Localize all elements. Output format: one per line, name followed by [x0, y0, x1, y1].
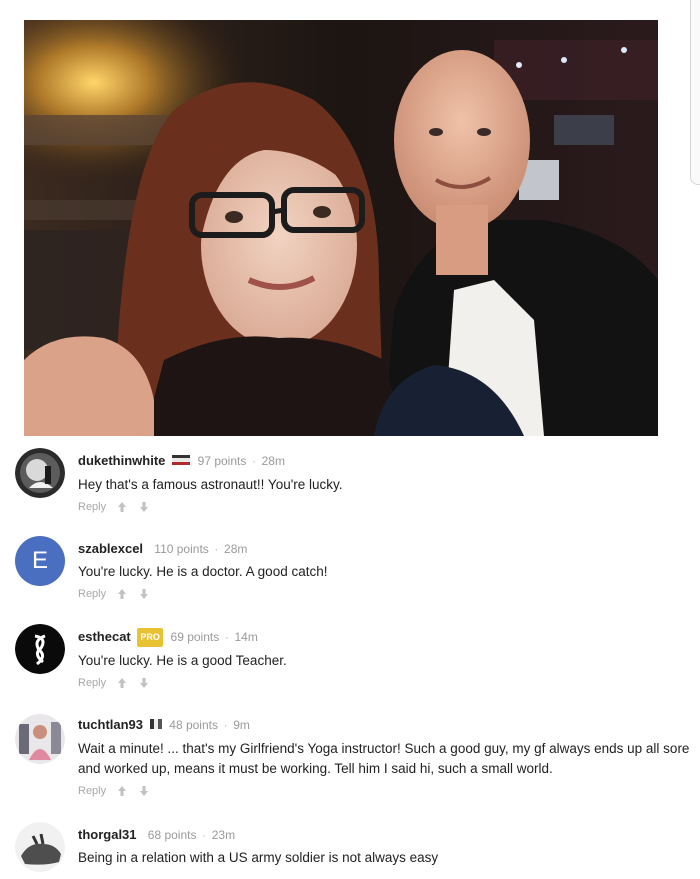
points: 97 points: [197, 454, 247, 468]
timestamp: 28m: [224, 542, 248, 556]
pro-badge: PRO: [137, 628, 163, 647]
letter-e-avatar-icon[interactable]: E: [15, 536, 65, 586]
points: 110 points: [154, 542, 209, 556]
avatar-letter: E: [31, 547, 48, 574]
upvote-icon[interactable]: [116, 785, 128, 797]
comment-meta: tuchtlan93 48 points · 9m: [78, 716, 692, 735]
eu-flag-icon: [172, 452, 191, 469]
scroll-indicator[interactable]: [690, 0, 700, 185]
timestamp: 14m: [234, 630, 258, 644]
comment-text: Wait a minute! ... that's my Girlfriend'…: [78, 741, 690, 777]
reply-button[interactable]: Reply: [78, 677, 106, 689]
username[interactable]: dukethinwhite: [78, 453, 165, 468]
separator: ·: [251, 454, 256, 468]
separator: ·: [214, 542, 219, 556]
comment-text: You're lucky. He is a good Teacher.: [78, 653, 287, 668]
username[interactable]: esthecat: [78, 629, 131, 644]
upvote-icon[interactable]: [116, 677, 128, 689]
points: 48 points: [169, 718, 218, 732]
downvote-icon[interactable]: [138, 501, 150, 513]
animal-avatar-icon[interactable]: [15, 822, 65, 872]
comment-actions: Reply: [78, 588, 692, 600]
person-photo-avatar-icon[interactable]: [15, 714, 65, 764]
top-bar: [0, 0, 690, 18]
comment-meta: esthecat PRO 69 points · 14m: [78, 628, 692, 647]
username[interactable]: tuchtlan93: [78, 717, 143, 732]
downvote-icon[interactable]: [138, 677, 150, 689]
comment-actions: Reply: [78, 501, 692, 513]
timestamp: 23m: [211, 828, 236, 842]
reply-button[interactable]: Reply: [78, 501, 106, 513]
comment-text: You're lucky. He is a doctor. A good cat…: [78, 564, 328, 579]
timestamp: 28m: [261, 454, 285, 468]
points: 68 points: [147, 828, 197, 842]
downvote-icon[interactable]: [138, 588, 150, 600]
italy-flag-icon: [149, 716, 162, 733]
upvote-icon[interactable]: [116, 501, 128, 513]
swirl-logo-avatar-icon[interactable]: [15, 624, 65, 674]
points: 69 points: [170, 630, 220, 644]
post-photo[interactable]: [24, 20, 658, 436]
comment-meta: thorgal31 68 points · 23m: [78, 826, 692, 844]
comment-meta: dukethinwhite 97 points · 28m: [78, 452, 692, 471]
separator: ·: [223, 718, 228, 732]
downvote-icon[interactable]: [138, 785, 150, 797]
upvote-icon[interactable]: [116, 588, 128, 600]
selfie-photo-image: [24, 20, 658, 436]
username[interactable]: szablexcel: [78, 541, 143, 556]
separator: ·: [202, 828, 207, 842]
comment-meta: szablexcel 110 points · 28m: [78, 540, 692, 558]
comment-text: Being in a relation with a US army soldi…: [78, 850, 439, 865]
comment-text: Hey that's a famous astronaut!! You're l…: [78, 477, 343, 493]
timestamp: 9m: [233, 718, 250, 732]
username[interactable]: thorgal31: [78, 827, 137, 842]
astronaut-avatar-icon[interactable]: [15, 448, 65, 498]
reply-button[interactable]: Reply: [78, 588, 106, 600]
comment-actions: Reply: [78, 677, 692, 689]
separator: ·: [224, 630, 229, 644]
comment-actions: Reply: [78, 785, 692, 797]
reply-button[interactable]: Reply: [78, 785, 106, 797]
